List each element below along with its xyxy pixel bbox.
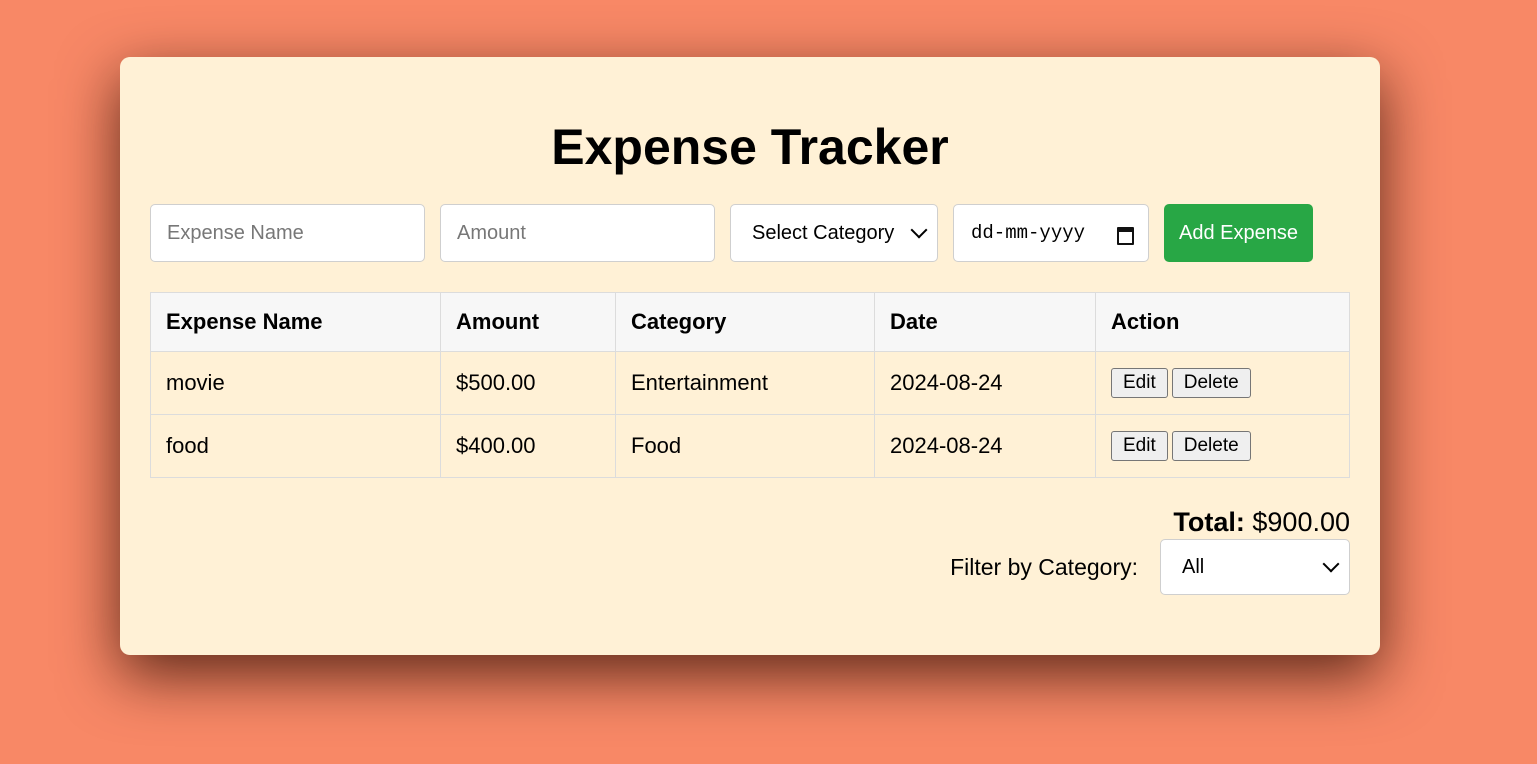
expense-tracker-card: Expense Tracker Select Category dd-mm-yy… <box>120 57 1380 655</box>
cell-category: Entertainment <box>615 351 875 415</box>
delete-button[interactable]: Delete <box>1171 368 1251 398</box>
calendar-icon[interactable] <box>1117 224 1134 245</box>
table-header-row: Expense Name Amount Category Date Action <box>150 292 1350 352</box>
filter-select-value: All <box>1182 555 1205 578</box>
cell-amount: $500.00 <box>440 351 616 415</box>
total-display: Total: $900.00 <box>1173 507 1350 538</box>
cell-action: Edit Delete <box>1095 351 1350 415</box>
total-label: Total: <box>1173 507 1245 537</box>
edit-button[interactable]: Edit <box>1111 431 1168 461</box>
cell-category: Food <box>615 414 875 478</box>
cell-date: 2024-08-24 <box>874 351 1096 415</box>
table-row: food $400.00 Food 2024-08-24 Edit Delete <box>150 414 1350 478</box>
column-header-action: Action <box>1095 292 1350 352</box>
cell-date: 2024-08-24 <box>874 414 1096 478</box>
page-title: Expense Tracker <box>551 119 949 175</box>
table-row: movie $500.00 Entertainment 2024-08-24 E… <box>150 351 1350 415</box>
category-select-value: Select Category <box>752 221 895 244</box>
column-header-expense-name: Expense Name <box>150 292 441 352</box>
column-header-date: Date <box>874 292 1096 352</box>
cell-action: Edit Delete <box>1095 414 1350 478</box>
cell-amount: $400.00 <box>440 414 616 478</box>
amount-input[interactable] <box>440 204 715 262</box>
chevron-down-icon <box>1322 555 1340 573</box>
cell-expense-name: movie <box>150 351 441 415</box>
cell-expense-name: food <box>150 414 441 478</box>
chevron-down-icon <box>910 221 928 239</box>
expense-name-input[interactable] <box>150 204 425 262</box>
expense-table: Expense Name Amount Category Date Action… <box>150 292 1350 478</box>
column-header-amount: Amount <box>440 292 616 352</box>
category-filter: Filter by Category: All <box>950 539 1350 595</box>
filter-label: Filter by Category: <box>950 553 1138 580</box>
date-input[interactable]: dd-mm-yyyy <box>953 204 1149 262</box>
add-expense-button[interactable]: Add Expense <box>1164 204 1313 262</box>
edit-button[interactable]: Edit <box>1111 368 1168 398</box>
column-header-category: Category <box>615 292 875 352</box>
delete-button[interactable]: Delete <box>1171 431 1251 461</box>
category-select[interactable]: Select Category <box>730 204 938 262</box>
total-value: $900.00 <box>1252 507 1350 537</box>
date-input-placeholder: dd-mm-yyyy <box>971 222 1086 244</box>
filter-category-select[interactable]: All <box>1160 539 1350 595</box>
